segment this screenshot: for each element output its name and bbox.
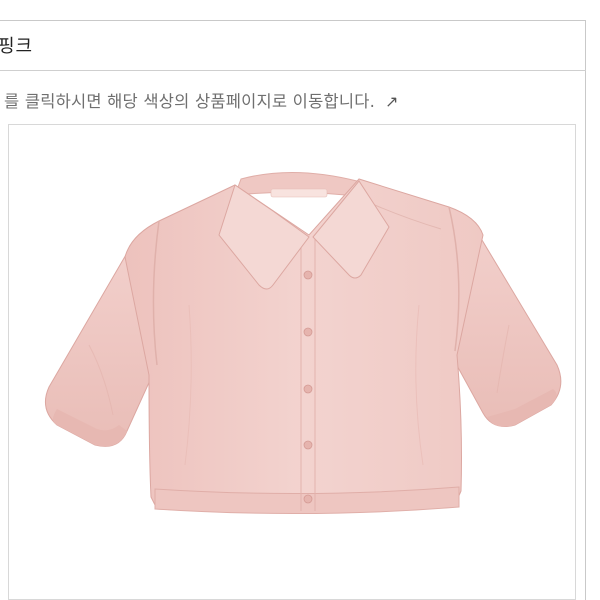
color-link-notice[interactable]: 를 클릭하시면 해당 색상의 상품페이지로 이동합니다. ↗ xyxy=(4,88,399,112)
color-link-notice-text: 를 클릭하시면 해당 색상의 상품페이지로 이동합니다. xyxy=(4,92,376,111)
divider xyxy=(0,70,586,71)
product-color-option-page: 핑크 를 클릭하시면 해당 색상의 상품페이지로 이동합니다. ↗ xyxy=(0,0,600,600)
shirt-image xyxy=(44,171,562,515)
product-image-frame[interactable] xyxy=(8,124,576,600)
arrow-up-right-icon: ↗ xyxy=(385,92,399,111)
color-option-title: 핑크 xyxy=(0,36,34,57)
